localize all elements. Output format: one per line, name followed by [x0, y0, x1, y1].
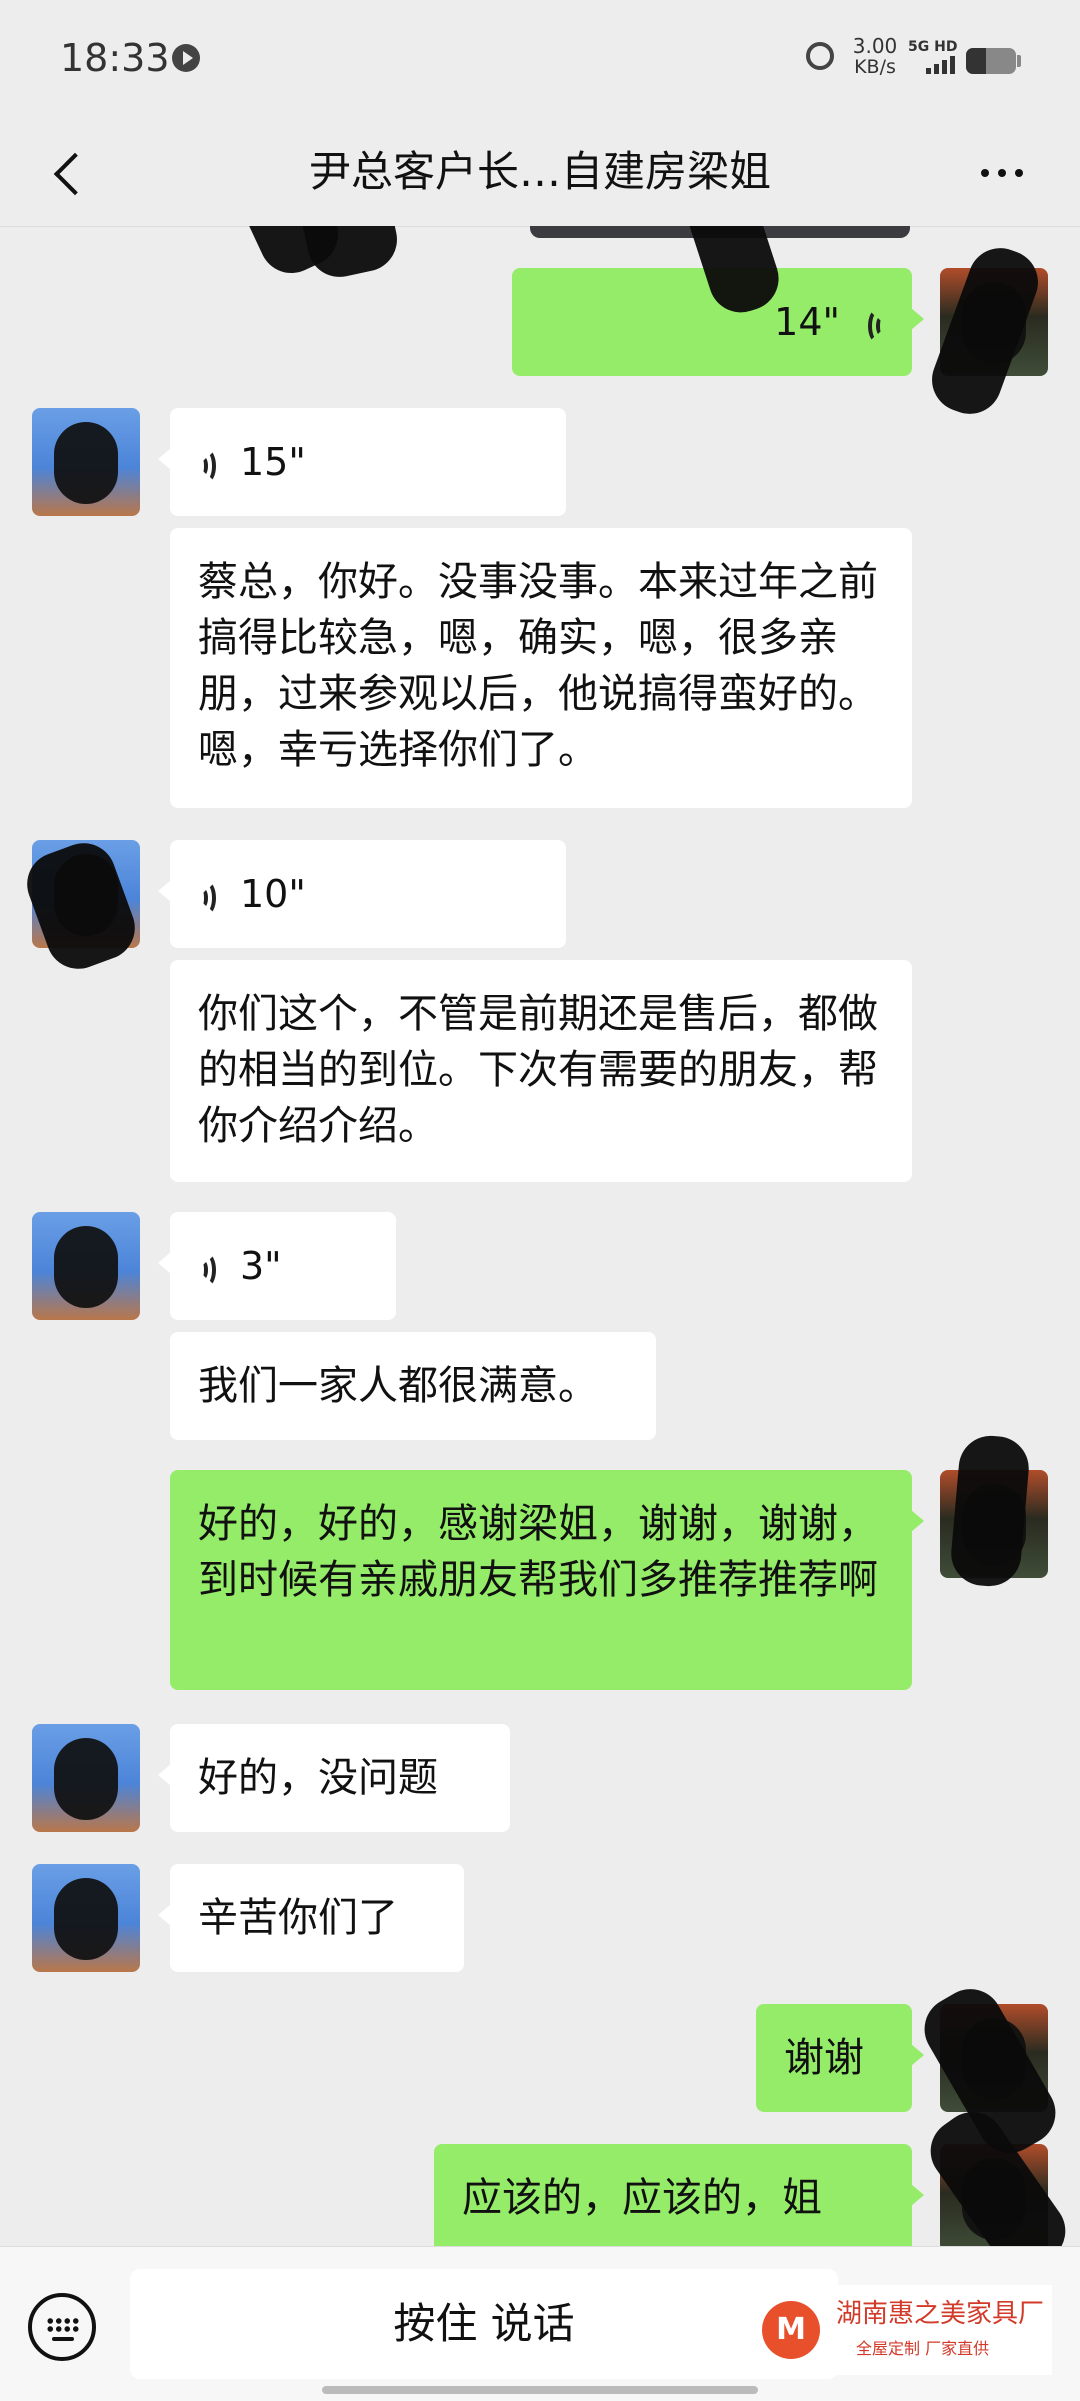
company-name: 湖南惠之美家具厂	[836, 2299, 1045, 2329]
voice-duration: 3"	[240, 1244, 282, 1288]
hold-to-talk-button[interactable]: 按住 说话	[130, 2269, 838, 2379]
company-logo: M	[762, 2301, 820, 2359]
text-message-bubble[interactable]: 辛苦你们了	[158, 1864, 464, 1972]
contact-avatar[interactable]	[32, 1724, 140, 1832]
chat-header: 尹总客户长…自建房梁姐	[0, 118, 1080, 227]
company-watermark: M 湖南惠之美家具厂 全屋定制 厂家直供	[752, 2285, 1052, 2375]
message-text: 谢谢	[784, 2035, 864, 2081]
voice-message-bubble[interactable]: 15"	[158, 408, 566, 516]
home-indicator[interactable]	[322, 2386, 758, 2394]
voice-duration: 10"	[240, 872, 306, 916]
voice-transcript-bubble[interactable]: 你们这个，不管是前期还是售后，都做的相当的到位。下次有需要的朋友，帮你介绍介绍。	[170, 960, 912, 1182]
network-speed-unit: KB/s	[854, 56, 896, 78]
voice-message-bubble[interactable]: 3"	[158, 1212, 396, 1320]
message-text: 辛苦你们了	[198, 1895, 398, 1941]
network-speed-value: 3.00	[852, 34, 898, 58]
keyboard-icon[interactable]	[28, 2293, 96, 2361]
text-message-bubble[interactable]: 好的，没问题	[158, 1724, 510, 1832]
signal-label: 5G HD	[908, 39, 958, 55]
chat-message-list[interactable]: 14" 15" 蔡总，你好。没事没事。本来过年之前搞得比较急，嗯，确实，嗯，很多	[0, 226, 1080, 2246]
company-slogan: 全屋定制 厂家直供	[856, 2339, 990, 2358]
text-message-bubble[interactable]: 应该的，应该的，姐	[434, 2144, 924, 2246]
message-text: 我们一家人都很满意。	[198, 1363, 598, 1409]
voice-wave-icon	[194, 442, 228, 483]
voice-wave-icon	[194, 874, 228, 915]
network-speed: 3.00 KB/s	[848, 36, 902, 78]
voice-duration: 14"	[774, 300, 840, 344]
contact-avatar[interactable]	[32, 408, 140, 516]
status-bar: 18:33 3.00 KB/s 5G HD	[0, 0, 1080, 118]
alarm-icon	[806, 42, 834, 70]
voice-duration: 15"	[240, 440, 306, 484]
battery-icon	[966, 48, 1016, 74]
text-message-bubble[interactable]: 谢谢	[756, 2004, 924, 2112]
voice-wave-icon	[854, 302, 888, 343]
status-time: 18:33	[60, 36, 170, 80]
signal-icon: 5G HD	[908, 40, 960, 76]
message-text: 好的，没问题	[198, 1755, 438, 1801]
more-options-icon[interactable]	[972, 148, 1032, 198]
back-arrow-icon[interactable]	[42, 142, 102, 202]
message-text: 你们这个，不管是前期还是售后，都做的相当的到位。下次有需要的朋友，帮你介绍介绍。	[198, 991, 878, 1149]
chat-title: 尹总客户长…自建房梁姐	[308, 147, 771, 196]
contact-avatar[interactable]	[32, 1212, 140, 1320]
voice-message-bubble[interactable]: 10"	[158, 840, 566, 948]
chat-input-bar: 按住 说话 M 湖南惠之美家具厂 全屋定制 厂家直供	[0, 2246, 1080, 2401]
message-text: 应该的，应该的，姐	[462, 2175, 822, 2221]
voice-transcript-bubble[interactable]: 蔡总，你好。没事没事。本来过年之前搞得比较急，嗯，确实，嗯，很多亲朋，过来参观以…	[170, 528, 912, 808]
voice-wave-icon	[194, 1246, 228, 1287]
message-text: 好的，好的，感谢梁姐，谢谢，谢谢，到时候有亲戚朋友帮我们多推荐推荐啊	[198, 1501, 878, 1603]
contact-avatar[interactable]	[32, 1864, 140, 1972]
redaction-scribble	[948, 1433, 1032, 1589]
play-icon	[172, 44, 200, 72]
voice-transcript-bubble[interactable]: 我们一家人都很满意。	[170, 1332, 656, 1440]
message-text: 蔡总，你好。没事没事。本来过年之前搞得比较急，嗯，确实，嗯，很多亲朋，过来参观以…	[198, 559, 878, 773]
text-message-bubble[interactable]: 好的，好的，感谢梁姐，谢谢，谢谢，到时候有亲戚朋友帮我们多推荐推荐啊	[170, 1470, 924, 1690]
